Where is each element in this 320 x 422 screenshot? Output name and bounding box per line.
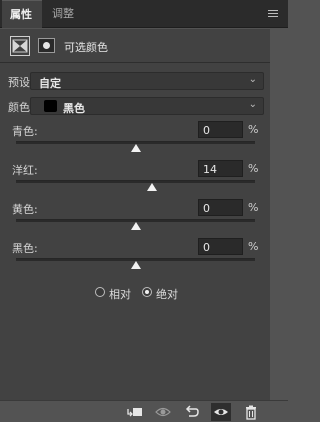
adjustment-title: 可选颜色 xyxy=(64,41,108,54)
magenta-unit: % xyxy=(248,162,259,175)
cyan-label: 青色: xyxy=(12,125,38,138)
relative-radio-label: 相对 xyxy=(109,288,131,301)
chevron-down-icon: ⌄ xyxy=(248,99,257,110)
cyan-slider-thumb[interactable] xyxy=(130,144,141,152)
cyan-unit: % xyxy=(248,123,259,136)
yellow-label: 黄色: xyxy=(12,203,38,216)
selective-color-adjustment-icon[interactable] xyxy=(10,36,30,56)
color-swatch xyxy=(44,100,57,112)
clip-to-layer-icon[interactable] xyxy=(125,403,145,421)
delete-icon[interactable] xyxy=(241,403,261,421)
absolute-radio-dot xyxy=(142,287,152,297)
yellow-input[interactable]: 0 xyxy=(198,199,243,216)
yellow-slider-thumb[interactable] xyxy=(130,222,141,230)
cyan-input[interactable]: 0 xyxy=(198,121,243,138)
properties-panel: 属性 调整 可选颜色 预设: 自定 ⌄ 颜色: 黑色 ⌄ 青色: 0 % 洋红:… xyxy=(0,0,288,422)
absolute-radio-label: 绝对 xyxy=(156,288,178,301)
magenta-slider-track[interactable] xyxy=(16,180,255,183)
color-select[interactable]: 黑色 ⌄ xyxy=(30,97,264,115)
adjustment-header: 可选颜色 xyxy=(0,29,270,63)
view-previous-icon[interactable] xyxy=(153,403,173,421)
layer-mask-icon[interactable] xyxy=(38,38,55,53)
chevron-down-icon: ⌄ xyxy=(248,74,257,85)
color-value: 黑色 xyxy=(63,102,85,115)
relative-radio-dot xyxy=(95,287,105,297)
panel-scrollbar[interactable] xyxy=(270,29,288,400)
black-slider-thumb[interactable] xyxy=(130,261,141,269)
reset-icon[interactable] xyxy=(182,403,202,421)
magenta-input[interactable]: 14 xyxy=(198,160,243,177)
bottom-toolbar xyxy=(0,400,288,422)
magenta-slider-thumb[interactable] xyxy=(147,183,158,191)
preset-select[interactable]: 自定 ⌄ xyxy=(30,72,264,90)
tab-adjustments[interactable]: 调整 xyxy=(44,0,82,28)
magenta-label: 洋红: xyxy=(12,164,38,177)
yellow-unit: % xyxy=(248,201,259,214)
panel-menu-icon[interactable] xyxy=(268,10,278,18)
black-label: 黑色: xyxy=(12,242,38,255)
preset-value: 自定 xyxy=(39,77,61,90)
black-unit: % xyxy=(248,240,259,253)
tab-properties[interactable]: 属性 xyxy=(2,0,42,28)
properties-content: 可选颜色 预设: 自定 ⌄ 颜色: 黑色 ⌄ 青色: 0 % 洋红: 14 % … xyxy=(0,29,270,400)
visibility-icon[interactable] xyxy=(211,403,231,421)
panel-tab-bar: 属性 调整 xyxy=(0,0,288,28)
black-input[interactable]: 0 xyxy=(198,238,243,255)
